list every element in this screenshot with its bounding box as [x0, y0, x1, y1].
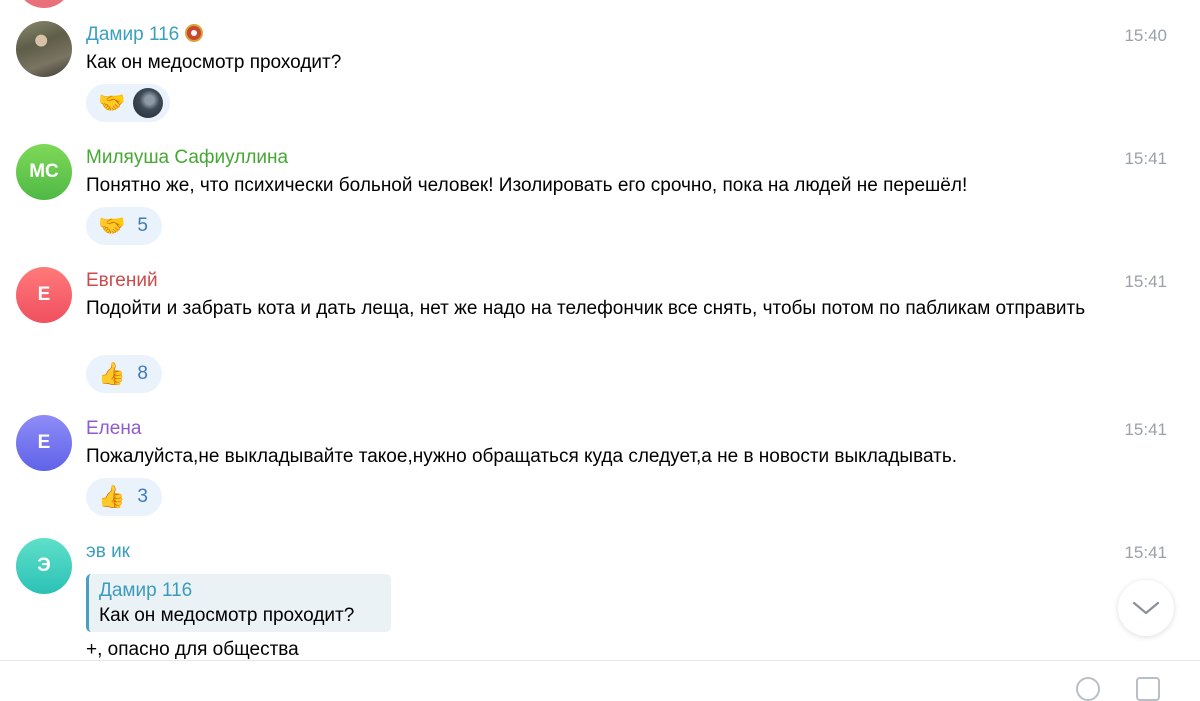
- avatar-initials: Е: [37, 432, 51, 453]
- author-label[interactable]: Дамир 116: [86, 24, 179, 45]
- reactor-avatar: [133, 88, 164, 118]
- avatar-initials: МС: [29, 161, 59, 182]
- reaction-button[interactable]: 🤝: [86, 84, 170, 122]
- message-text: Пожалуйста,не выкладывайте такое,нужно о…: [86, 446, 957, 467]
- chevron-down-icon: [1132, 601, 1160, 615]
- scroll-down-button[interactable]: [1118, 580, 1174, 636]
- thumbs-up-icon: 👍: [98, 361, 126, 386]
- avatar-initials: Э: [37, 555, 51, 576]
- author-name[interactable]: эв ик: [86, 541, 130, 563]
- reply-author: Дамир 116: [99, 580, 193, 601]
- message-time: 15:41: [1124, 272, 1167, 291]
- avatar[interactable]: Е: [16, 267, 72, 323]
- composer-bar: [0, 660, 1200, 701]
- reaction-button[interactable]: 🤝 5: [86, 207, 162, 245]
- message-time: 15:40: [1124, 26, 1167, 45]
- message-text: +, опасно для общества: [86, 639, 299, 660]
- avatar[interactable]: МС: [16, 144, 72, 200]
- message-text: Как он медосмотр проходит?: [86, 52, 342, 73]
- author-name[interactable]: Евгений: [86, 270, 158, 292]
- reply-text: Как он медосмотр проходит?: [99, 605, 355, 626]
- reply-quote[interactable]: Дамир 116 Как он медосмотр проходит?: [86, 574, 391, 632]
- avatar[interactable]: [16, 21, 72, 77]
- message-text: Подойти и забрать кота и дать леща, нет …: [86, 298, 1086, 319]
- message-time: 15:41: [1124, 420, 1167, 439]
- handshake-icon: 🤝: [98, 90, 126, 115]
- reaction-button[interactable]: 👍 8: [86, 355, 162, 393]
- author-name[interactable]: Елена: [86, 418, 141, 440]
- message-time: 15:41: [1124, 543, 1167, 562]
- message-text: Понятно же, что психически больной челов…: [86, 175, 968, 196]
- reaction-count: 3: [137, 486, 148, 507]
- reaction-count: 8: [137, 363, 148, 384]
- reaction-count: 5: [137, 215, 148, 236]
- handshake-icon: 🤝: [98, 213, 126, 238]
- verified-badge-icon: [185, 24, 204, 42]
- avatar[interactable]: Э: [16, 538, 72, 594]
- previous-message-avatar: [16, 0, 72, 8]
- thumbs-up-icon: 👍: [98, 484, 126, 509]
- avatar-initials: Е: [37, 284, 51, 305]
- avatar[interactable]: Е: [16, 415, 72, 471]
- author-name[interactable]: Дамир 116: [86, 24, 204, 46]
- message-time: 15:41: [1124, 149, 1167, 168]
- author-name[interactable]: Миляуша Сафиуллина: [86, 147, 288, 169]
- reaction-button[interactable]: 👍 3: [86, 478, 162, 516]
